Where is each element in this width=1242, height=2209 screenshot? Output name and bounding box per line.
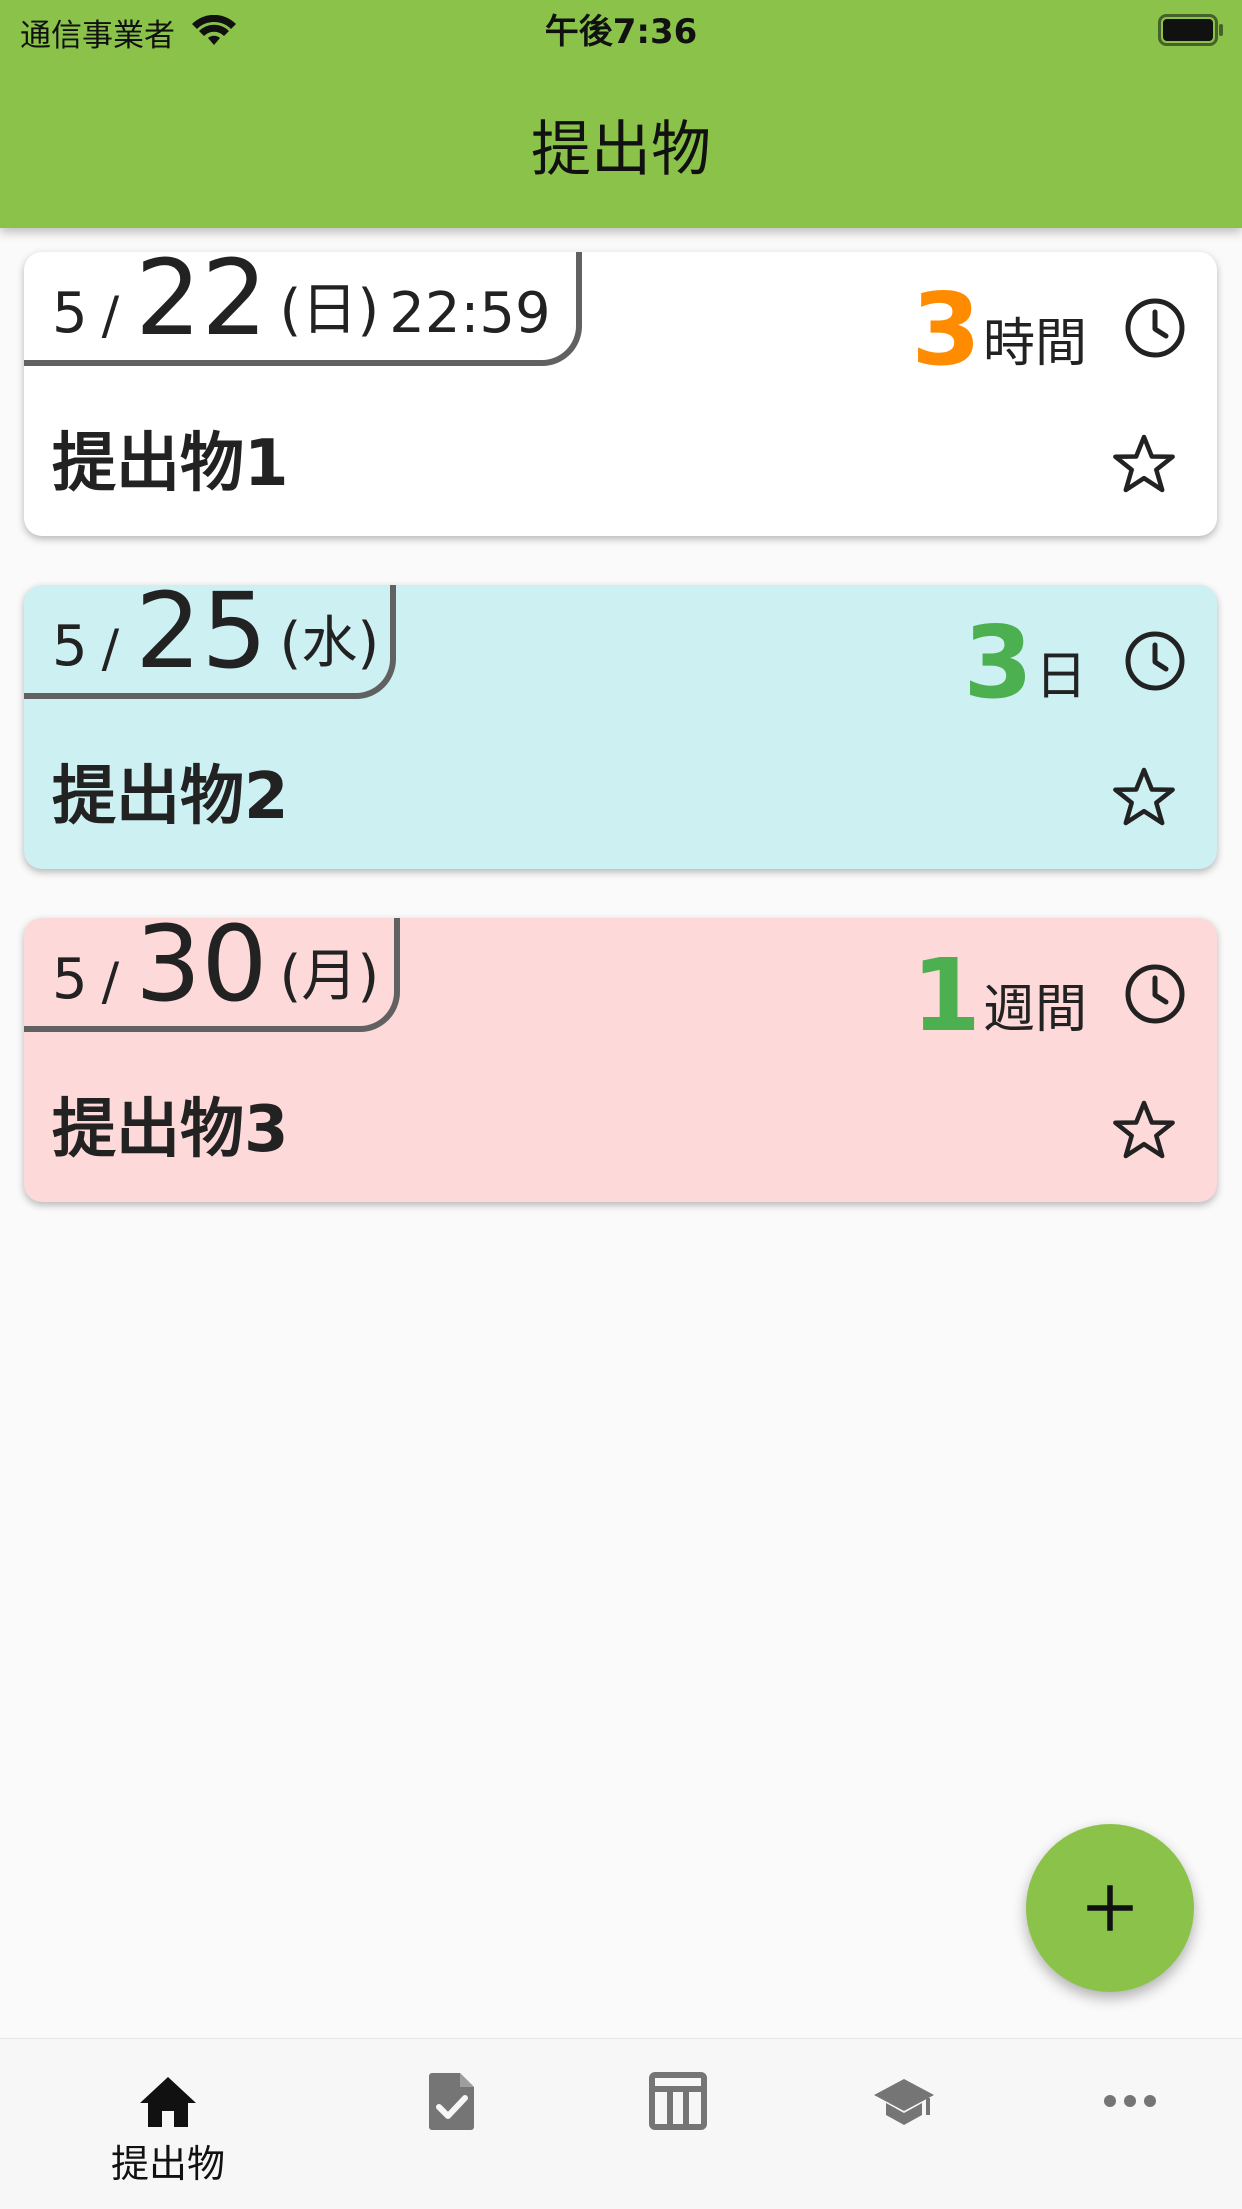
time-remaining: 1 週間 bbox=[911, 937, 1087, 1054]
date-separator: / bbox=[101, 619, 120, 679]
clock-icon[interactable] bbox=[1123, 629, 1187, 693]
assignment-card[interactable]: 5 / 25 (水) 3 日 提出物2 bbox=[24, 585, 1217, 869]
remaining-unit: 週間 bbox=[982, 980, 1087, 1040]
due-weekday: (月) bbox=[279, 944, 380, 1009]
assignment-title: 提出物3 bbox=[52, 1093, 289, 1167]
clock-icon[interactable] bbox=[1123, 296, 1187, 360]
remaining-value: 1 bbox=[911, 937, 981, 1054]
due-time: 22:59 bbox=[389, 281, 551, 346]
remaining-unit: 日 bbox=[1034, 647, 1087, 707]
due-day: 22 bbox=[135, 252, 268, 359]
due-month: 5 bbox=[52, 281, 88, 346]
star-outline-icon[interactable] bbox=[1111, 1098, 1177, 1164]
plus-icon bbox=[1087, 1885, 1133, 1931]
date-separator: / bbox=[101, 952, 120, 1012]
timetable-icon bbox=[649, 2072, 707, 2130]
time-remaining: 3 日 bbox=[963, 604, 1087, 721]
nav-item-tasks[interactable] bbox=[352, 2069, 552, 2133]
graduation-cap-icon bbox=[874, 2079, 934, 2125]
due-weekday: (日) bbox=[279, 278, 380, 343]
nav-item-courses[interactable] bbox=[804, 2069, 1004, 2133]
time-remaining: 3 時間 bbox=[911, 271, 1087, 388]
due-month: 5 bbox=[52, 614, 88, 679]
app-bar: 通信事業者 午後7:36 提出物 bbox=[0, 0, 1242, 228]
due-day: 30 bbox=[135, 918, 268, 1025]
due-date-tab: 5 / 30 (月) bbox=[24, 918, 400, 1032]
clock-icon[interactable] bbox=[1123, 962, 1187, 1026]
document-check-icon bbox=[429, 2073, 474, 2130]
more-icon bbox=[1104, 2095, 1156, 2107]
remaining-unit: 時間 bbox=[982, 314, 1087, 374]
due-day: 25 bbox=[135, 585, 268, 692]
nav-item-more[interactable] bbox=[1030, 2069, 1230, 2133]
page-title: 提出物 bbox=[531, 115, 711, 185]
due-date-tab: 5 / 25 (水) bbox=[24, 585, 396, 699]
home-icon bbox=[140, 2077, 196, 2127]
assignment-card[interactable]: 5 / 30 (月) 1 週間 提出物3 bbox=[24, 918, 1217, 1202]
assignment-title: 提出物2 bbox=[52, 760, 289, 834]
assignment-title: 提出物1 bbox=[52, 427, 289, 501]
star-outline-icon[interactable] bbox=[1111, 432, 1177, 498]
bottom-navigation: 提出物 bbox=[0, 2038, 1242, 2209]
battery-icon bbox=[1158, 14, 1223, 46]
star-outline-icon[interactable] bbox=[1111, 765, 1177, 831]
nav-item-submissions[interactable]: 提出物 bbox=[68, 2069, 268, 2188]
nav-item-timetable[interactable] bbox=[578, 2069, 778, 2133]
due-weekday: (水) bbox=[279, 611, 380, 676]
remaining-value: 3 bbox=[911, 271, 981, 388]
nav-label-submissions: 提出物 bbox=[110, 2142, 225, 2186]
remaining-value: 3 bbox=[963, 604, 1033, 721]
assignment-card[interactable]: 5 / 22 (日) 22:59 3 時間 提出物1 bbox=[24, 252, 1217, 536]
add-assignment-button[interactable] bbox=[1026, 1824, 1194, 1992]
status-time: 午後7:36 bbox=[544, 12, 698, 52]
due-month: 5 bbox=[52, 947, 88, 1012]
date-separator: / bbox=[101, 286, 120, 346]
due-date-tab: 5 / 22 (日) 22:59 bbox=[24, 252, 582, 366]
